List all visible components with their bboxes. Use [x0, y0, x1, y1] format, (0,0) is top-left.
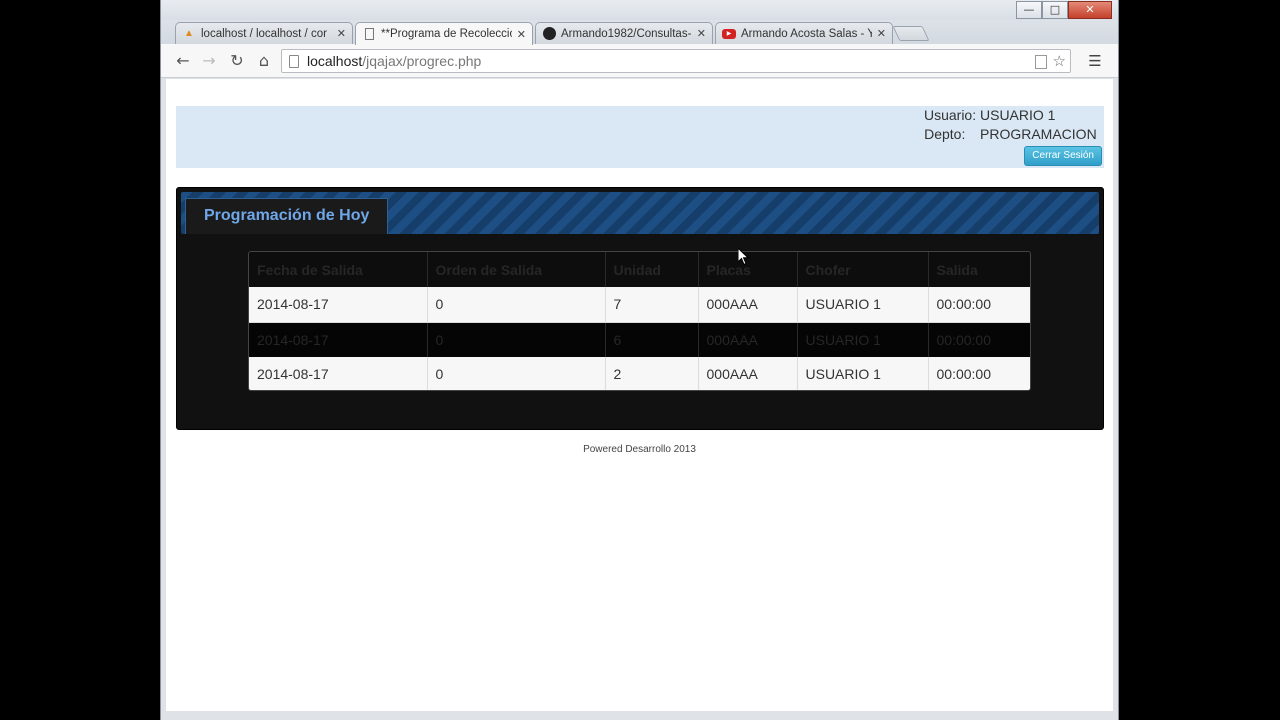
- tab-label: Armando1982/Consultas-: [561, 27, 692, 40]
- phpmyadmin-icon: ▲: [184, 28, 194, 39]
- minimize-button[interactable]: —: [1016, 1, 1042, 19]
- panel-title[interactable]: Programación de Hoy: [185, 198, 389, 234]
- table-cell: 00:00:00: [936, 366, 992, 383]
- table-cell: 000AAA: [698, 287, 798, 322]
- tab-github[interactable]: Armando1982/Consultas- ✕: [535, 22, 713, 44]
- logout-button[interactable]: Cerrar Sesión: [1024, 146, 1102, 166]
- chrome-menu-icon[interactable]: ☰: [1085, 52, 1105, 70]
- close-tab-icon[interactable]: ✕: [337, 27, 346, 40]
- browser-window: — □ ✕ ▲ localhost / localhost / cor ✕ **…: [160, 0, 1119, 720]
- page-icon: [362, 27, 376, 41]
- bookmark-star-icon[interactable]: ☆: [1053, 52, 1066, 70]
- table-cell: 2014-08-17: [249, 287, 428, 322]
- table-cell: 0: [427, 357, 606, 390]
- table-cell: USUARIO 1: [797, 287, 929, 322]
- forward-arrow-icon[interactable]: →: [199, 51, 219, 71]
- table-cell: USUARIO 1: [797, 357, 929, 390]
- tab-label: **Programa de Recoleccio: [381, 28, 512, 40]
- close-tab-icon[interactable]: ✕: [517, 28, 526, 41]
- browser-toolbar: ← → ↻ ⌂ localhost/jqajax/progrec.php ☆ ☰: [161, 44, 1118, 78]
- page-footer: Powered Desarrollo 2013: [583, 444, 696, 455]
- usuario-line: Usuario: USUARIO 1: [924, 107, 1102, 123]
- url-text: localhost/jqajax/progrec.php: [307, 53, 481, 69]
- home-icon[interactable]: ⌂: [254, 51, 274, 71]
- table-cell: 6: [605, 322, 699, 357]
- table-header-row: Fecha de Salida Orden de Salida Unidad P…: [249, 252, 1030, 287]
- table-row[interactable]: 2014-08-17 0 7 000AAA USUARIO 1 00:00:00: [249, 287, 1030, 322]
- table-cell: 2014-08-17: [249, 357, 428, 390]
- tab-label: localhost / localhost / cor: [201, 27, 327, 40]
- new-tab-button[interactable]: [892, 26, 930, 41]
- close-window-button[interactable]: ✕: [1068, 1, 1112, 19]
- column-header[interactable]: Salida: [928, 252, 1030, 287]
- table-cell: 00:00:00: [936, 331, 992, 348]
- table-cell: 2: [605, 357, 699, 390]
- column-header[interactable]: Unidad: [605, 252, 699, 287]
- column-header[interactable]: Chofer: [797, 252, 929, 287]
- youtube-icon: ▶: [722, 27, 736, 41]
- table-cell: USUARIO 1: [797, 322, 929, 357]
- table-cell: 7: [605, 287, 699, 322]
- window-titlebar: — □ ✕: [161, 0, 1118, 22]
- url-host: localhost: [307, 53, 363, 69]
- github-icon: [542, 27, 556, 41]
- table-row[interactable]: 2014-08-17 0 2 000AAA USUARIO 1 00:00:00: [249, 357, 1030, 390]
- table-cell: 0: [427, 287, 606, 322]
- table-cell: 2014-08-17: [249, 322, 428, 357]
- maximize-button[interactable]: □: [1042, 1, 1068, 19]
- user-info-bar: Usuario: USUARIO 1 Depto: PROGRAMACION C…: [176, 106, 1104, 168]
- tab-youtube[interactable]: ▶ Armando Acosta Salas - Y ✕: [715, 22, 893, 44]
- tab-strip: ▲ localhost / localhost / cor ✕ **Progra…: [161, 20, 1118, 45]
- table-cell: 00:00:00: [936, 296, 992, 313]
- close-tab-icon[interactable]: ✕: [877, 27, 886, 40]
- page-icon: [289, 54, 299, 68]
- depto-label: Depto:: [924, 126, 966, 142]
- url-path: /jqajax/progrec.php: [362, 53, 482, 69]
- address-bar[interactable]: localhost/jqajax/progrec.php ☆: [281, 49, 1071, 73]
- depto-value: PROGRAMACION: [980, 126, 1097, 142]
- column-header[interactable]: Orden de Salida: [427, 252, 606, 287]
- tab-label: Armando Acosta Salas - Y: [741, 27, 872, 40]
- table-cell: 000AAA: [698, 322, 798, 357]
- schedule-table: Fecha de Salida Orden de Salida Unidad P…: [248, 251, 1031, 391]
- tab-programa[interactable]: **Programa de Recoleccio ✕: [355, 22, 533, 45]
- reload-icon[interactable]: ↻: [227, 51, 247, 71]
- depto-line: Depto: PROGRAMACION: [924, 126, 1102, 142]
- usuario-label: Usuario:: [923, 107, 977, 123]
- tab-phpmyadmin[interactable]: ▲ localhost / localhost / cor ✕: [175, 22, 353, 44]
- page-content: Usuario: USUARIO 1 Depto: PROGRAMACION C…: [166, 79, 1113, 711]
- table-cell: 000AAA: [698, 357, 798, 390]
- page-action-icon[interactable]: [1034, 55, 1047, 69]
- schedule-panel: Programación de Hoy Fecha de Salida Orde…: [176, 187, 1104, 430]
- close-tab-icon[interactable]: ✕: [697, 27, 706, 40]
- table-cell: 0: [427, 322, 606, 357]
- table-row[interactable]: 2014-08-17 0 6 000AAA USUARIO 1 00:00:00: [249, 322, 1030, 357]
- panel-header: Programación de Hoy: [181, 192, 1099, 234]
- back-arrow-icon[interactable]: ←: [173, 51, 193, 71]
- column-header[interactable]: Fecha de Salida: [249, 252, 428, 287]
- usuario-value: USUARIO 1: [980, 107, 1056, 123]
